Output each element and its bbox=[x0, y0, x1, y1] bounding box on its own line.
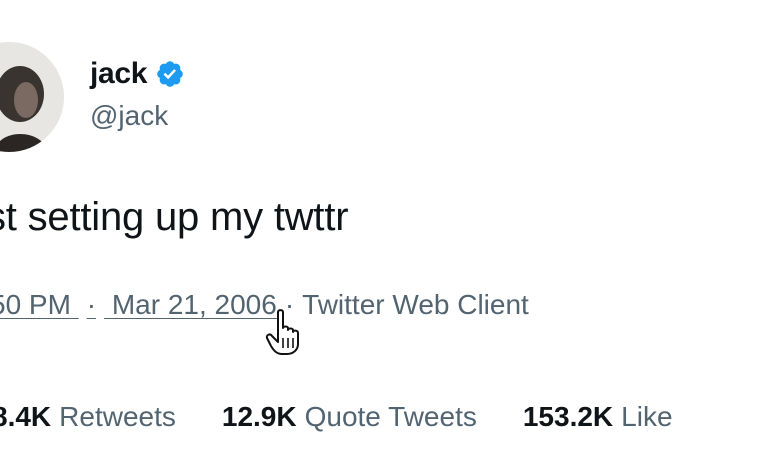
likes-count: 153.2K bbox=[522, 401, 614, 432]
verified-badge-icon bbox=[155, 59, 185, 89]
avatar-image bbox=[0, 42, 64, 152]
quote-tweets-count: 12.9K bbox=[221, 401, 297, 432]
tweet-card: jack @jack st setting up my twttr 50 PM … bbox=[0, 0, 780, 470]
user-handle[interactable]: @jack bbox=[90, 100, 185, 132]
retweets-stat[interactable]: 8.4K Retweets bbox=[0, 395, 176, 439]
tweet-meta: 50 PM · Mar 21, 2006 · Twitter Web Clien… bbox=[0, 285, 529, 325]
display-name[interactable]: jack bbox=[90, 57, 148, 91]
retweets-count: 8.4K bbox=[0, 401, 52, 432]
quote-tweets-stat[interactable]: 12.9K Quote Tweets bbox=[222, 395, 477, 439]
retweets-label: Retweets bbox=[59, 401, 176, 432]
avatar[interactable] bbox=[0, 42, 64, 152]
name-row: jack bbox=[90, 54, 185, 94]
tweet-time: 50 PM bbox=[0, 289, 71, 320]
likes-label: Like bbox=[621, 401, 673, 432]
meta-separator: · bbox=[86, 289, 97, 320]
tweet-client: Twitter Web Client bbox=[302, 289, 529, 320]
meta-separator: · bbox=[284, 289, 295, 320]
likes-stat[interactable]: 153.2K Like bbox=[523, 395, 673, 439]
engagement-stats: 8.4K Retweets 12.9K Quote Tweets 153.2K … bbox=[0, 395, 673, 439]
quote-tweets-label: Quote Tweets bbox=[304, 401, 477, 432]
tweet-text: st setting up my twttr bbox=[0, 195, 349, 239]
timestamp-link[interactable]: 50 PM · Mar 21, 2006 bbox=[0, 285, 277, 325]
tweet-date: Mar 21, 2006 bbox=[111, 289, 277, 320]
author-block: jack @jack bbox=[90, 54, 185, 132]
